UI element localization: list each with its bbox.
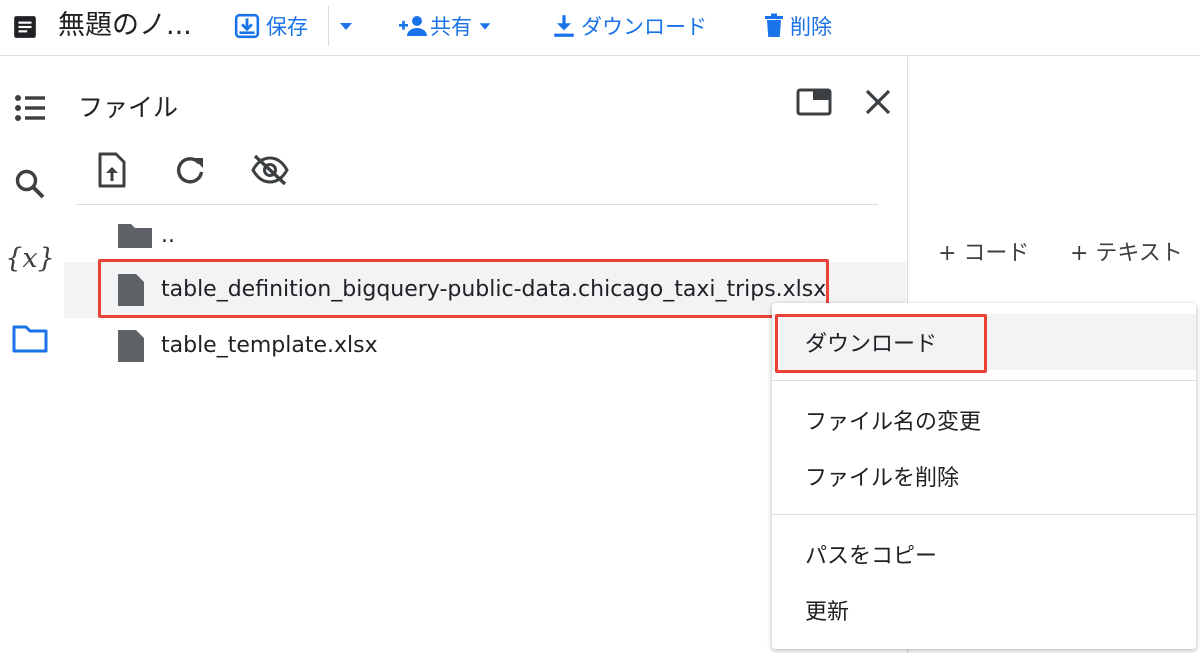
menu-item-download[interactable]: ダウンロード — [772, 314, 1196, 370]
visibility-off-icon — [250, 153, 290, 187]
toolbar-separator — [328, 6, 329, 46]
menu-item-rename[interactable]: ファイル名の変更 — [772, 392, 1196, 448]
doc-icon — [12, 14, 38, 44]
menu-item-copy-path[interactable]: パスをコピー — [772, 526, 1196, 582]
parent-dir-label: .. — [161, 223, 175, 248]
refresh-button[interactable] — [170, 150, 210, 190]
menu-separator — [772, 514, 1196, 515]
trash-icon — [762, 13, 786, 39]
add-code-button[interactable]: + コード — [938, 238, 1029, 270]
file-row[interactable]: table_template.xlsx — [64, 318, 772, 374]
toc-button[interactable] — [10, 88, 50, 128]
panel-divider — [76, 204, 878, 205]
notebook-title[interactable]: 無題のノ... — [58, 7, 192, 45]
save-icon — [234, 13, 260, 39]
caret-down-icon — [336, 16, 356, 36]
pip-icon — [796, 87, 832, 117]
folder-icon — [116, 220, 154, 254]
search-button[interactable] — [10, 164, 50, 204]
menu-item-delete-file[interactable]: ファイルを削除 — [772, 448, 1196, 504]
context-menu: ダウンロード ファイル名の変更 ファイルを削除 パスをコピー 更新 — [772, 303, 1196, 649]
share-label: 共有 — [430, 15, 472, 39]
menu-item-refresh[interactable]: 更新 — [772, 582, 1196, 638]
files-panel-title: ファイル — [78, 93, 179, 122]
upload-icon — [96, 152, 128, 188]
download-button[interactable]: ダウンロード — [551, 8, 707, 44]
download-icon — [551, 13, 577, 39]
top-toolbar: 無題のノ... 保存 共有 ダウンロード 削除 — [0, 0, 1200, 56]
show-hidden-files-button[interactable] — [248, 150, 292, 190]
variables-button[interactable]: {𝑥} — [5, 238, 55, 278]
toc-icon — [13, 93, 47, 123]
menu-separator — [772, 380, 1196, 381]
file-name: table_definition_bigquery-public-data.ch… — [161, 277, 827, 302]
person-add-icon — [398, 13, 428, 39]
add-text-button[interactable]: + テキスト — [1070, 238, 1183, 270]
delete-label: 削除 — [790, 15, 832, 39]
search-icon — [14, 168, 46, 200]
folder-icon — [12, 323, 48, 353]
save-label: 保存 — [266, 15, 308, 39]
upload-button[interactable] — [92, 150, 132, 190]
variables-icon: {𝑥} — [5, 242, 55, 274]
share-button[interactable]: 共有 — [398, 8, 494, 44]
delete-button[interactable]: 削除 — [762, 8, 832, 44]
parent-dir-row[interactable]: .. — [64, 208, 904, 264]
open-in-window-button[interactable] — [794, 84, 834, 120]
file-name: table_template.xlsx — [161, 333, 378, 358]
file-icon — [116, 328, 146, 368]
files-button[interactable] — [10, 318, 50, 358]
close-icon — [863, 87, 893, 117]
save-dropdown-button[interactable] — [336, 8, 356, 44]
save-button[interactable]: 保存 — [234, 8, 308, 44]
close-panel-button[interactable] — [858, 82, 898, 122]
refresh-icon — [174, 154, 206, 186]
caret-down-icon — [476, 17, 494, 35]
download-label: ダウンロード — [581, 15, 707, 39]
file-icon — [116, 272, 146, 312]
